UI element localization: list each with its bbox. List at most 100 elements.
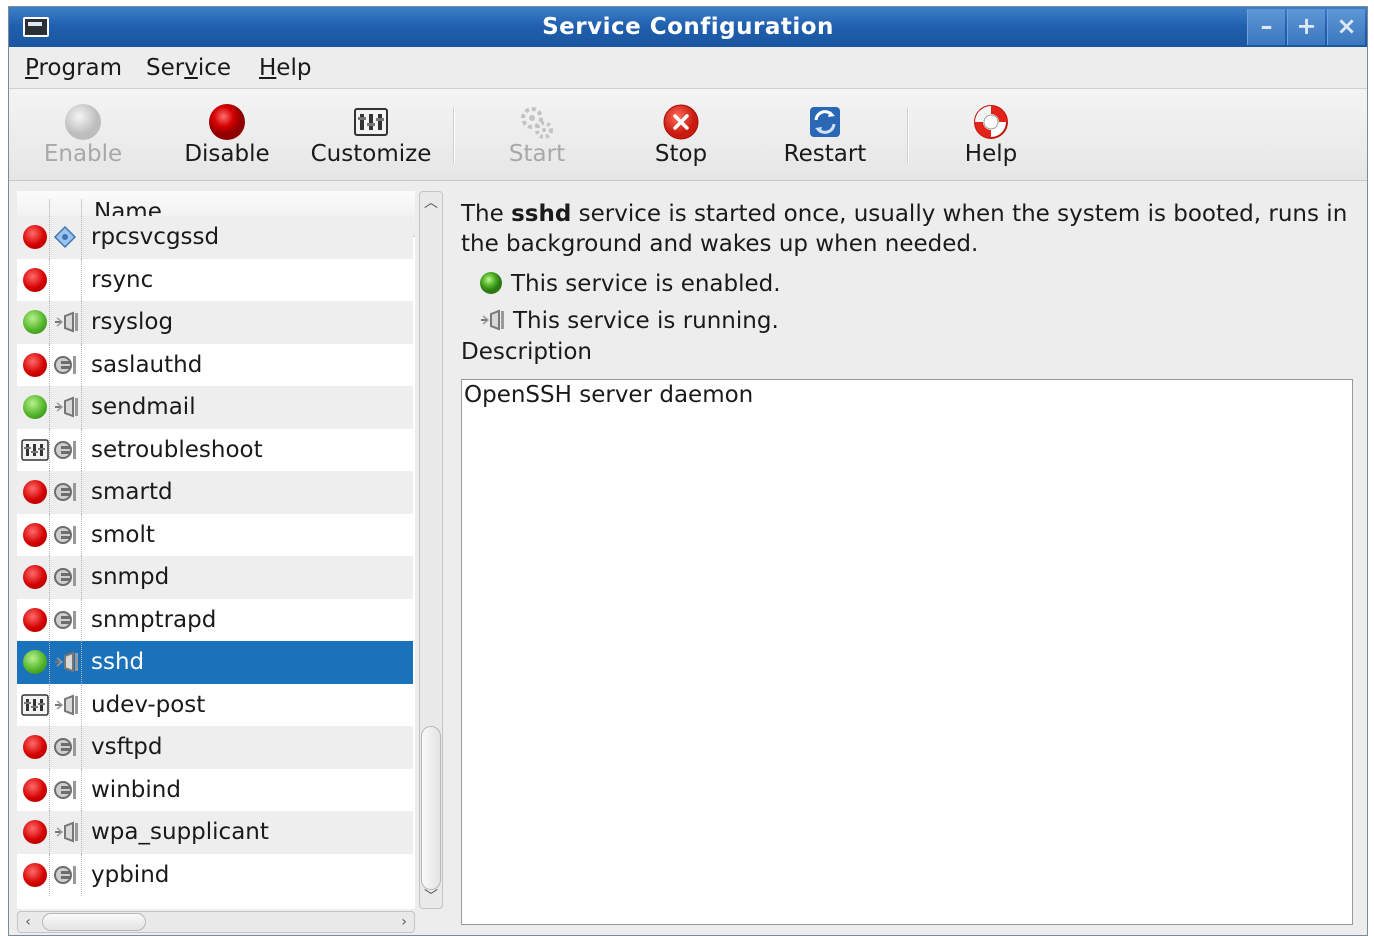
description-label: Description (461, 339, 592, 365)
service-list[interactable]: Name rpcsvcgssd rsync rsyslog saslauthd send… (17, 191, 415, 909)
menu-service[interactable]: Service (146, 53, 231, 83)
column-divider (49, 726, 50, 769)
column-divider (49, 641, 50, 684)
service-name: sendmail (91, 394, 196, 420)
stopped-plug-icon (54, 738, 76, 757)
column-divider (49, 343, 50, 386)
menu-program[interactable]: Program (25, 53, 122, 83)
column-divider (81, 386, 82, 429)
service-name: wpa_supplicant (91, 819, 269, 845)
stopped-plug-icon (54, 483, 76, 502)
toolbar-separator (453, 107, 455, 163)
table-row[interactable]: vsftpd (17, 726, 413, 769)
customize-button[interactable]: Customize (307, 89, 435, 181)
summary-suffix: service is started once, usually when th… (461, 201, 1348, 257)
table-row[interactable]: setroubleshoot (17, 428, 413, 471)
customize-label: Customize (310, 141, 432, 167)
scroll-left-arrow-icon[interactable]: ‹ (20, 914, 36, 930)
table-row[interactable]: snmpd (17, 556, 413, 599)
summary-prefix: The (461, 201, 512, 227)
table-row[interactable]: wpa_supplicant (17, 811, 413, 854)
stopped-plug-icon (54, 355, 76, 374)
enabled-status: This service is enabled. (479, 271, 781, 297)
column-divider (81, 598, 82, 641)
toolbar: Enable Disable Customize Start Stop Rest… (9, 89, 1367, 181)
run-state-cell (51, 769, 81, 812)
disable-button[interactable]: Disable (175, 89, 279, 181)
column-divider (49, 811, 50, 854)
stop-button[interactable]: Stop (629, 89, 733, 181)
menu-service-label-pre: Ser (146, 55, 185, 81)
column-divider (49, 216, 50, 259)
column-divider (49, 513, 50, 556)
scroll-up-arrow-icon[interactable]: ︿ (423, 196, 439, 210)
run-state-cell (51, 811, 81, 854)
restart-button[interactable]: Restart (773, 89, 877, 181)
table-row[interactable]: udev-post (17, 683, 413, 726)
description-text: OpenSSH server daemon (464, 382, 754, 408)
status-cell (19, 769, 51, 812)
title-bar[interactable]: Service Configuration – + × (9, 7, 1367, 47)
disabled-red-dot-icon (23, 267, 47, 292)
column-divider (49, 683, 50, 726)
restart-label: Restart (783, 141, 867, 167)
vertical-scroll-thumb[interactable] (421, 726, 441, 890)
menu-help[interactable]: Help (259, 53, 311, 83)
minimize-button[interactable]: – (1247, 9, 1285, 45)
column-divider (81, 471, 82, 514)
running-plug-icon (481, 309, 504, 331)
running-status: This service is running. (479, 308, 779, 334)
service-name: saslauthd (91, 351, 203, 378)
service-name: setroubleshoot (91, 436, 263, 463)
column-divider (49, 598, 50, 641)
disabled-red-dot-icon (23, 777, 47, 802)
table-row[interactable]: rpcsvcgssd (17, 216, 413, 259)
disabled-red-dot-icon (23, 352, 47, 377)
menu-service-mnemonic: v (184, 55, 198, 81)
table-row[interactable]: smolt (17, 513, 413, 556)
column-divider (81, 556, 82, 599)
column-divider (49, 768, 50, 811)
list-horizontal-scrollbar[interactable]: ‹ › (17, 911, 415, 933)
run-state-cell (51, 599, 81, 642)
list-vertical-scrollbar[interactable]: ︿ ﹀ (419, 191, 443, 909)
enable-button[interactable]: Enable (31, 89, 135, 181)
service-name: rsync (91, 266, 154, 293)
scroll-right-arrow-icon[interactable]: › (396, 914, 412, 930)
disable-label: Disable (184, 141, 270, 167)
table-row[interactable]: ypbind (17, 853, 413, 897)
status-cell (19, 641, 51, 684)
table-row[interactable]: snmptrapd (17, 598, 413, 642)
disabled-red-dot-icon (23, 225, 47, 250)
enabled-text: This service is enabled. (511, 271, 781, 297)
service-name: winbind (91, 776, 181, 803)
run-state-cell (51, 216, 81, 259)
table-row[interactable]: rsyslog (17, 301, 413, 344)
status-cell (19, 216, 51, 259)
selected-service-name: sshd (511, 201, 572, 227)
service-summary: The sshd service is started once, usuall… (461, 199, 1351, 259)
close-button[interactable]: × (1327, 9, 1365, 45)
run-state-cell (51, 854, 81, 897)
stopped-plug-icon (54, 525, 76, 544)
table-row[interactable]: winbind (17, 768, 413, 812)
table-row[interactable]: saslauthd (17, 343, 413, 386)
start-button[interactable]: Start (485, 89, 589, 181)
disabled-red-dot-icon (23, 862, 47, 887)
customized-runlevel-icon (21, 694, 49, 716)
table-row[interactable]: smartd (17, 471, 413, 514)
description-textbox[interactable]: OpenSSH server daemon (461, 379, 1353, 925)
customized-runlevel-icon (21, 439, 49, 461)
maximize-button[interactable]: + (1287, 9, 1325, 45)
horizontal-scroll-thumb[interactable] (42, 913, 146, 931)
table-row[interactable]: sendmail (17, 386, 413, 429)
scroll-down-arrow-icon[interactable]: ﹀ (423, 890, 439, 904)
running-plug-icon (55, 651, 78, 673)
help-button[interactable]: Help (939, 89, 1043, 181)
table-row[interactable]: rsync (17, 258, 413, 301)
table-row-selected[interactable]: sshd (17, 641, 413, 684)
start-label: Start (508, 141, 566, 167)
disabled-red-dot-icon (23, 480, 47, 505)
disabled-red-dot-icon (23, 565, 47, 590)
status-cell (19, 301, 51, 344)
